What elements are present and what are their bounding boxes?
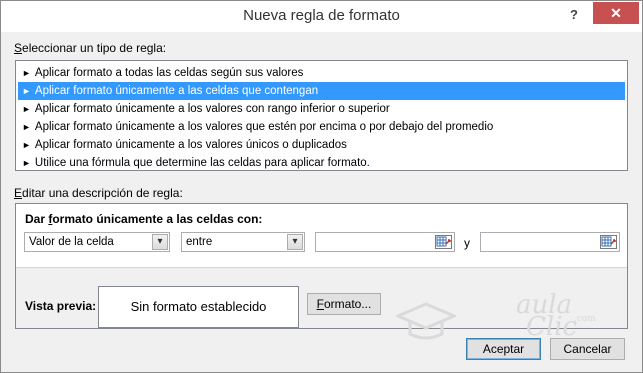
title-bar: Nueva regla de formato ? ✕ (1, 1, 642, 32)
chevron-down-icon[interactable]: ▾ (152, 234, 168, 250)
rule-type-item-label: Aplicar formato únicamente a los valores… (34, 139, 347, 151)
condition-select[interactable]: Valor de la celda ▾ (24, 232, 170, 252)
rule-type-list[interactable]: ► Aplicar formato a todas las celdas segú… (15, 60, 628, 171)
bullet-arrow-icon: ► (22, 86, 31, 96)
cell-reference-icon[interactable] (435, 235, 452, 249)
close-icon: ✕ (610, 5, 622, 21)
value-to-input[interactable] (480, 232, 620, 252)
rule-type-item-label: Aplicar formato únicamente a los valores… (34, 121, 494, 133)
preview-label: Vista previa: (25, 299, 97, 313)
help-button[interactable]: ? (565, 5, 583, 25)
bullet-arrow-icon: ► (22, 68, 31, 78)
divider (16, 267, 627, 268)
between-joiner: y (464, 236, 470, 250)
format-button-accel: F (316, 297, 324, 311)
bullet-arrow-icon: ► (22, 158, 31, 168)
operator-select-value: entre (186, 236, 213, 248)
rule-type-item-formula[interactable]: ► Utilice una fórmula que determine las c… (18, 154, 625, 172)
rule-type-item-unique-duplicate[interactable]: ► Aplicar formato únicamente a los valore… (18, 136, 625, 154)
edit-description-label-text: ditar una descripción de regla: (22, 186, 183, 200)
bullet-arrow-icon: ► (22, 104, 31, 114)
edit-description-label-accel: E (14, 186, 23, 200)
cancel-button[interactable]: Cancelar (550, 338, 625, 360)
rule-type-item-label: Utilice una fórmula que determine las ce… (34, 157, 370, 169)
rule-type-item-top-bottom[interactable]: ► Aplicar formato únicamente a los valore… (18, 100, 625, 118)
bullet-arrow-icon: ► (22, 140, 31, 150)
condition-heading: Dar formato únicamente a las celdas con: (25, 212, 262, 226)
rule-type-item-cells-containing[interactable]: ► Aplicar formato únicamente a las celdas… (18, 82, 625, 100)
close-button[interactable]: ✕ (593, 2, 639, 24)
rule-type-label-accel: S (14, 41, 23, 55)
format-button[interactable]: Formato... (307, 293, 381, 315)
edit-description-label: Editar una descripción de regla: (14, 186, 183, 200)
new-format-rule-dialog: Nueva regla de formato ? ✕ Seleccionar u… (0, 0, 643, 373)
rule-type-item-all-cells[interactable]: ► Aplicar formato a todas las celdas segú… (18, 64, 625, 82)
dialog-title: Nueva regla de formato (243, 7, 400, 24)
format-button-label: ormato... (323, 297, 372, 311)
rule-type-item-label: Aplicar formato únicamente a los valores… (34, 103, 390, 115)
rule-type-item-above-below-average[interactable]: ► Aplicar formato únicamente a los valore… (18, 118, 625, 136)
format-preview: Sin formato establecido (98, 286, 299, 328)
rule-type-item-label: Aplicar formato únicamente a las celdas … (34, 85, 319, 97)
condition-heading-part: Dar (25, 212, 49, 226)
cell-reference-icon[interactable] (600, 235, 617, 249)
rule-type-label: Seleccionar un tipo de regla: (14, 41, 166, 55)
condition-select-value: Valor de la celda (29, 236, 114, 248)
bullet-arrow-icon: ► (22, 122, 31, 132)
chevron-down-icon[interactable]: ▾ (287, 234, 303, 250)
accept-button[interactable]: Aceptar (466, 338, 541, 360)
value-from-input[interactable] (315, 232, 455, 252)
operator-select[interactable]: entre ▾ (181, 232, 305, 252)
rule-type-item-label: Aplicar formato a todas las celdas según… (34, 67, 304, 79)
condition-heading-part: ormato únicamente a las celdas con: (52, 212, 263, 226)
preview-text: Sin formato establecido (130, 299, 267, 314)
rule-type-label-text: eleccionar un tipo de regla: (22, 41, 167, 55)
graduation-cap-icon (396, 302, 456, 340)
watermark-domain: .com (574, 314, 596, 324)
